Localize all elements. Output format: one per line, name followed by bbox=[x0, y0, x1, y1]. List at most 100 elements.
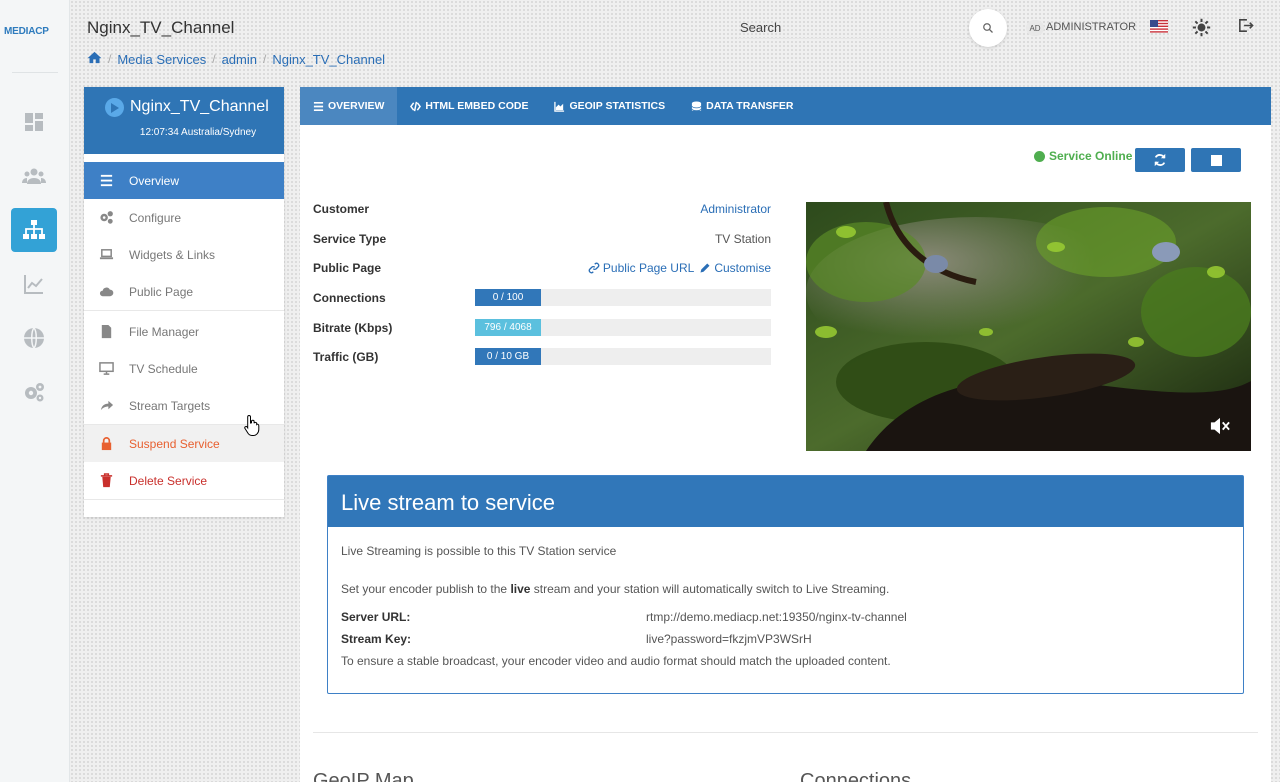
breadcrumb-current[interactable]: Nginx_TV_Channel bbox=[272, 52, 385, 67]
main-panel: OVERVIEW HTML EMBED CODE GEOIP STATISTIC… bbox=[300, 87, 1271, 782]
search-button[interactable] bbox=[969, 9, 1007, 47]
side-item-label: Delete Service bbox=[129, 473, 208, 488]
side-item-configure[interactable]: Configure bbox=[84, 199, 284, 236]
cogs-icon bbox=[84, 210, 129, 225]
side-item-file-manager[interactable]: File Manager bbox=[84, 313, 284, 350]
status-badge: Service Online bbox=[1034, 149, 1132, 163]
pencil-icon bbox=[700, 263, 710, 273]
video-frame bbox=[806, 202, 1251, 451]
search-input[interactable]: Search bbox=[740, 20, 781, 35]
breadcrumb-admin[interactable]: admin bbox=[222, 52, 257, 67]
logout-button[interactable] bbox=[1237, 17, 1254, 37]
breadcrumb: / Media Services / admin / Nginx_TV_Chan… bbox=[87, 51, 385, 67]
status-text: Service Online bbox=[1049, 149, 1133, 163]
tab-label: OVERVIEW bbox=[328, 100, 385, 112]
bitrate-label: Bitrate (Kbps) bbox=[313, 321, 393, 335]
service-type-value: TV Station bbox=[714, 232, 771, 246]
side-item-tv-schedule[interactable]: TV Schedule bbox=[84, 350, 284, 387]
server-url-label: Server URL: bbox=[341, 610, 411, 624]
traffic-bar-fill: 0 / 10 GB bbox=[475, 348, 541, 365]
connections-bar-fill: 0 / 100 bbox=[475, 289, 541, 306]
side-item-label: Widgets & Links bbox=[129, 247, 216, 262]
chart-line-icon[interactable] bbox=[11, 262, 57, 306]
stop-button[interactable] bbox=[1191, 148, 1241, 172]
stream-key-value[interactable]: live?password=fkzjmVP3WSrH bbox=[646, 632, 812, 646]
share-icon bbox=[84, 398, 129, 413]
side-item-label: File Manager bbox=[129, 324, 200, 339]
database-icon bbox=[691, 100, 702, 111]
link-icon bbox=[588, 262, 600, 274]
service-card-header: Nginx_TV_Channel 12:07:34 Australia/Sydn… bbox=[84, 87, 284, 154]
us-flag-icon[interactable] bbox=[1150, 20, 1168, 33]
rail-divider bbox=[12, 72, 58, 73]
logo-text: MEDIACP bbox=[4, 26, 49, 37]
stop-icon bbox=[1210, 154, 1222, 166]
logout-icon bbox=[1239, 19, 1254, 32]
mute-button[interactable] bbox=[1209, 416, 1231, 439]
side-item-delete-service[interactable]: Delete Service bbox=[84, 462, 284, 499]
service-time: 12:07:34 Australia/Sydney bbox=[139, 127, 257, 138]
area-chart-icon bbox=[554, 101, 565, 112]
side-item-widgets-links[interactable]: Widgets & Links bbox=[84, 236, 284, 273]
play-icon bbox=[105, 98, 124, 117]
traffic-bar: 0 / 10 GB bbox=[475, 348, 771, 365]
search-icon bbox=[983, 23, 993, 33]
breadcrumb-media-services[interactable]: Media Services bbox=[117, 52, 206, 67]
home-icon[interactable] bbox=[87, 51, 102, 67]
code-icon bbox=[410, 101, 422, 111]
service-name: Nginx_TV_Channel bbox=[130, 98, 269, 115]
mediacp-logo[interactable]: MEDIACP bbox=[4, 26, 49, 37]
menu-divider bbox=[84, 499, 284, 500]
settings-icon[interactable] bbox=[11, 370, 57, 414]
hand-cursor-icon bbox=[244, 414, 260, 439]
globe-icon[interactable] bbox=[11, 316, 57, 360]
tab-bar: OVERVIEW HTML EMBED CODE GEOIP STATISTIC… bbox=[300, 87, 1271, 125]
section-divider bbox=[313, 732, 1258, 733]
side-item-label: Public Page bbox=[129, 284, 194, 299]
tab-html-embed-code[interactable]: HTML EMBED CODE bbox=[397, 87, 541, 125]
service-type-label: Service Type bbox=[313, 232, 387, 246]
live-instruction-text: Set your encoder publish to the live str… bbox=[341, 582, 889, 596]
volume-mute-icon bbox=[1210, 417, 1230, 435]
monitor-icon bbox=[84, 361, 129, 376]
customer-label: Customer bbox=[313, 202, 370, 216]
public-page-url-link[interactable]: Public Page URL bbox=[603, 261, 694, 275]
refresh-icon bbox=[1154, 153, 1166, 167]
customer-value[interactable]: Administrator bbox=[700, 202, 771, 216]
server-url-value[interactable]: rtmp://demo.mediacp.net:19350/nginx-tv-c… bbox=[646, 610, 907, 624]
video-player[interactable] bbox=[806, 202, 1251, 451]
service-card: Nginx_TV_Channel 12:07:34 Australia/Sydn… bbox=[84, 87, 284, 517]
page-title: Nginx_TV_Channel bbox=[87, 18, 235, 37]
side-item-label: Suspend Service bbox=[129, 436, 220, 451]
public-page-links: Public Page URL Customise bbox=[588, 261, 771, 275]
traffic-label: Traffic (GB) bbox=[313, 350, 379, 364]
tab-data-transfer[interactable]: DATA TRANSFER bbox=[678, 87, 806, 125]
public-page-label: Public Page bbox=[313, 261, 382, 275]
restart-button[interactable] bbox=[1135, 148, 1185, 172]
search-underline bbox=[738, 38, 976, 39]
side-item-label: Stream Targets bbox=[129, 398, 211, 413]
dashboard-icon[interactable] bbox=[11, 100, 57, 144]
theme-toggle-button[interactable] bbox=[1192, 18, 1211, 40]
tab-overview[interactable]: OVERVIEW bbox=[300, 87, 398, 125]
side-item-public-page[interactable]: Public Page bbox=[84, 273, 284, 310]
connections-bar: 0 / 100 bbox=[475, 289, 771, 306]
connections-label: Connections bbox=[313, 291, 386, 305]
live-info-text: Live Streaming is possible to this TV St… bbox=[341, 544, 617, 558]
sitemap-icon[interactable] bbox=[11, 208, 57, 252]
side-item-label: Configure bbox=[129, 210, 182, 225]
user-menu[interactable]: ADMINISTRATOR bbox=[1046, 21, 1136, 33]
users-icon[interactable] bbox=[11, 154, 57, 198]
tab-label: DATA TRANSFER bbox=[706, 100, 794, 112]
avatar[interactable]: AD bbox=[1026, 20, 1044, 36]
live-stream-title: Live stream to service bbox=[328, 476, 1243, 527]
stream-key-label: Stream Key: bbox=[341, 632, 412, 646]
breadcrumb-separator: / bbox=[262, 52, 267, 66]
customise-link[interactable]: Customise bbox=[714, 261, 771, 275]
tab-geoip-statistics[interactable]: GEOIP STATISTICS bbox=[541, 87, 678, 125]
file-icon bbox=[84, 324, 129, 339]
side-item-overview[interactable]: Overview bbox=[84, 162, 284, 199]
bitrate-bar: 796 / 4068 bbox=[475, 319, 771, 336]
geoip-map-heading: GeoIP Map bbox=[313, 770, 414, 782]
list-icon bbox=[84, 173, 129, 188]
